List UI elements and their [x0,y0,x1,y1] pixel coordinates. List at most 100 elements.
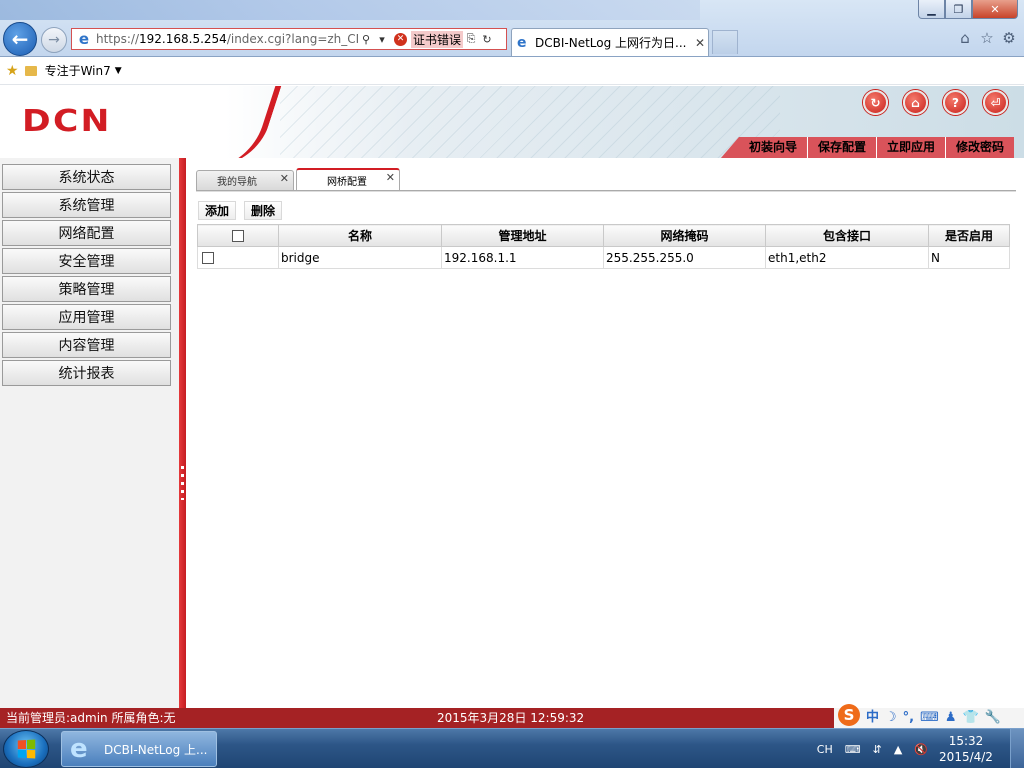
header-pattern [280,86,780,158]
cell-name: bridge [278,246,442,269]
grid-toolbar: 添加 删除 [198,201,283,220]
clock-time: 15:32 [948,734,984,748]
back-arrow-icon: ← [11,27,29,51]
sidebar: 系统状态 系统管理 网络配置 安全管理 策略管理 应用管理 内容管理 统计报表 [0,158,179,708]
keyboard-icon[interactable]: ⌨ [920,708,939,728]
sidebar-item-network-config[interactable]: 网络配置 [2,220,171,246]
minimize-button[interactable]: ▁ [918,0,945,19]
header-swoosh [195,86,285,158]
column-header-mask[interactable]: 网络掩码 [603,224,766,247]
close-tab-icon[interactable]: ✕ [280,172,289,185]
forward-button[interactable]: → [41,27,67,53]
back-button[interactable]: ← [3,22,37,56]
page-tabs: 我的导航 ✕ 网桥配置 ✕ [196,168,402,190]
dropdown-caret-icon[interactable]: ▾ [374,33,390,46]
tab-bridge-config[interactable]: 网桥配置 ✕ [296,168,400,190]
tools-gear-icon[interactable]: ⚙ [1000,28,1018,48]
skin-shirt-icon[interactable]: 👕 [963,708,979,728]
url-scheme: https:// [96,32,140,46]
windows-logo-icon [17,739,36,759]
dcn-logo: DCN [22,104,112,139]
ime-arrows-icon[interactable]: ⇵ [873,743,882,756]
sogou-ime-icon[interactable]: S [838,704,860,726]
sidebar-item-content[interactable]: 内容管理 [2,332,171,358]
window-controls: ▁ ❐ ✕ [918,0,1018,19]
browser-tab-active[interactable]: e DCBI-NetLog 上网行为日... ✕ [511,28,709,56]
column-header-name[interactable]: 名称 [278,224,442,247]
clock[interactable]: 15:32 2015/4/2 [934,733,998,765]
cell-enabled: N [928,246,1010,269]
taskbar-ie-button[interactable]: e DCBI-NetLog 上... [61,731,217,767]
help-icon[interactable]: ? [943,90,968,115]
favorite-folder-win7[interactable]: 专注于Win7 [45,62,111,79]
home-icon[interactable]: ⌂ [903,90,928,115]
menu-change-password[interactable]: 修改密码 [944,137,1014,158]
tab-label: 网桥配置 [327,176,367,188]
volume-muted-icon[interactable]: 🔇 [914,743,928,756]
status-bar: 当前管理员:admin 所属角色:无 2015年3月28日 12:59:32 S… [0,704,1024,728]
keyboard-icon[interactable]: ⌨ [845,743,861,756]
logout-icon[interactable]: ⏎ [983,90,1008,115]
add-button[interactable]: 添加 [198,201,237,220]
cert-error-icon[interactable]: ✕ [394,32,407,46]
folder-icon [24,65,37,76]
start-button[interactable] [3,730,49,768]
status-time: 2015年3月28日 12:59:32 [437,711,585,725]
refresh-icon[interactable]: ↻ [863,90,888,115]
taskbar-ie-label: DCBI-NetLog 上... [104,742,208,757]
refresh-icon[interactable]: ↻ [479,33,495,46]
tabs-underline [196,190,1016,192]
wrench-icon[interactable]: 🔧 [985,708,1001,728]
show-desktop-button[interactable] [1010,729,1024,768]
close-window-button[interactable]: ✕ [972,0,1018,19]
sidebar-item-system-management[interactable]: 系统管理 [2,192,171,218]
sidebar-item-system-status[interactable]: 系统状态 [2,164,171,190]
user-icon[interactable]: ♟ [945,708,957,728]
select-all-header [197,224,279,247]
site-header: DCN ↻ ⌂ ? ⏎ 初装向导 保存配置 立即应用 修改密码 [0,86,1024,158]
favorites-star-icon[interactable]: ☆ [978,28,996,48]
main-content: 我的导航 ✕ 网桥配置 ✕ 添加 删除 名称 管理地址 网络掩码 包含接口 是否… [186,158,1024,708]
browser-toolbar: ▁ ❐ ✕ ← → e https://192.168.5.254/index.… [0,0,1024,57]
maximize-button[interactable]: ❐ [945,0,972,19]
compat-view-icon[interactable]: ⎘ [463,32,479,46]
home-icon[interactable]: ⌂ [956,28,974,48]
row-checkbox[interactable] [202,252,214,264]
browser-tab-title: DCBI-NetLog 上网行为日... [535,36,687,50]
language-indicator[interactable]: CH [817,743,833,756]
delete-button[interactable]: 删除 [244,201,283,220]
sidebar-item-reports[interactable]: 统计报表 [2,360,171,386]
cert-error-label[interactable]: 证书错误 [411,30,464,48]
row-select-cell [197,246,279,269]
punctuation-icon[interactable]: °, [903,708,914,728]
column-header-enabled[interactable]: 是否启用 [928,224,1010,247]
close-tab-icon[interactable]: ✕ [692,36,708,50]
ime-mode-label[interactable]: 中 [866,708,879,728]
splitter-handle[interactable] [181,466,184,500]
menu-save-config[interactable]: 保存配置 [806,137,876,158]
column-header-interfaces[interactable]: 包含接口 [765,224,929,247]
window-title-area [0,0,700,20]
half-width-moon-icon[interactable]: ☽ [885,708,897,728]
address-bar[interactable]: e https://192.168.5.254/index.cgi?lang=z… [71,28,507,50]
chevron-down-icon[interactable]: ▼ [115,66,122,76]
column-header-address[interactable]: 管理地址 [441,224,604,247]
sidebar-item-policy[interactable]: 策略管理 [2,276,171,302]
menu-setup-wizard[interactable]: 初装向导 [720,137,807,158]
sidebar-item-application[interactable]: 应用管理 [2,304,171,330]
search-icon[interactable]: ⚲ [358,33,374,46]
tab-my-navigation[interactable]: 我的导航 ✕ [196,170,294,190]
table-row[interactable]: bridge 192.168.1.1 255.255.255.0 eth1,et… [197,246,1010,269]
show-hidden-icons-icon[interactable]: ▲ [894,743,902,756]
close-tab-icon[interactable]: ✕ [386,171,395,184]
add-favorite-icon[interactable]: ★ [6,63,19,79]
sidebar-divider[interactable] [179,158,186,708]
select-all-checkbox[interactable] [232,230,244,242]
ime-toolbar: S 中 ☽ °, ⌨ ♟ 👕 🔧 [834,704,1024,728]
new-tab-button[interactable] [712,30,738,54]
system-tray: CH ⌨ ⇵ ▲ 🔇 15:32 2015/4/2 [811,729,1024,768]
sidebar-item-security[interactable]: 安全管理 [2,248,171,274]
address-url[interactable]: https://192.168.5.254/index.cgi?lang=zh_… [96,32,358,46]
ie-page-icon: e [78,30,90,48]
menu-apply-now[interactable]: 立即应用 [875,137,945,158]
